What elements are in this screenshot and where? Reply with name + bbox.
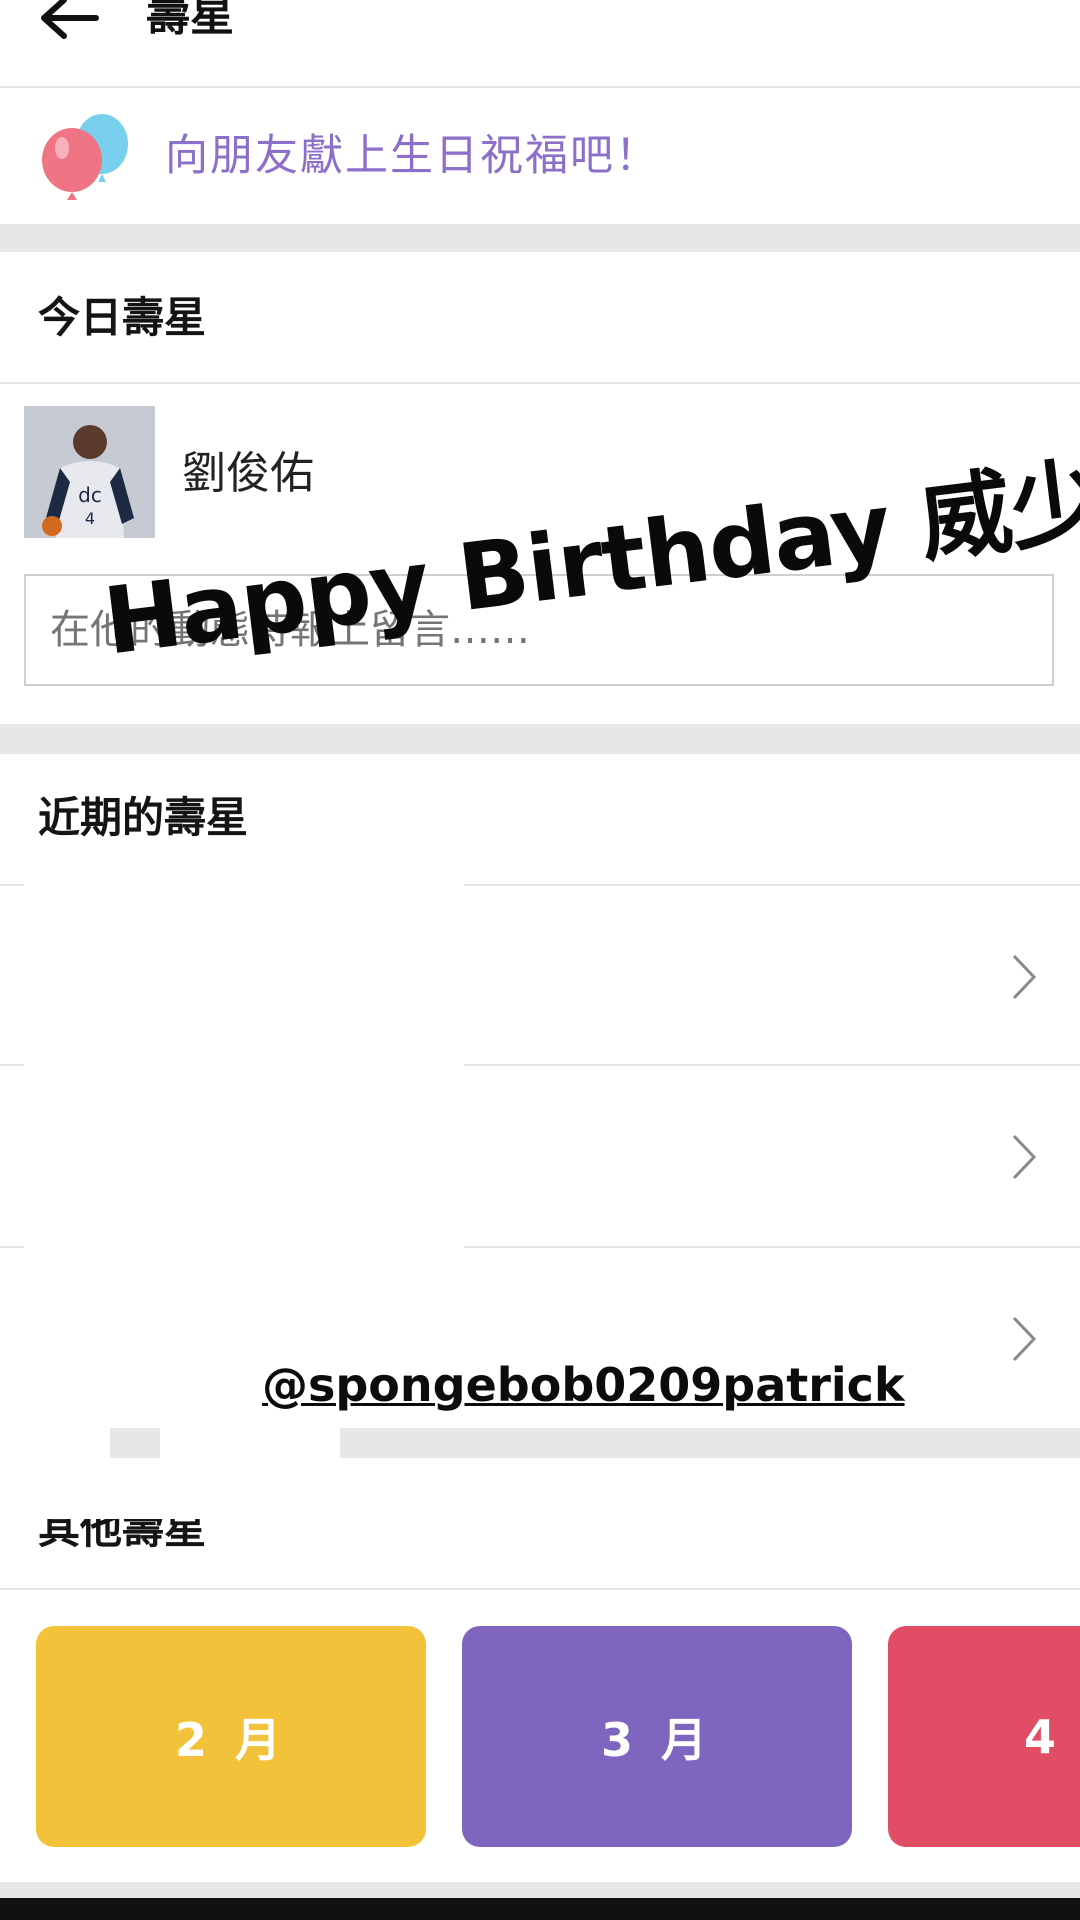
svg-text:dc: dc [78, 483, 102, 507]
system-nav-bar [0, 1898, 1080, 1920]
birthday-wish-prompt[interactable]: 向朋友獻上生日祝福吧！ [165, 130, 660, 182]
month-label: 4 [1023, 1709, 1062, 1764]
section-title-recent: 近期的壽星 [38, 793, 249, 842]
chevron-right-icon [1012, 1316, 1037, 1362]
bottom-gap [0, 1882, 1080, 1898]
month-label: 2 月 [174, 1712, 288, 1767]
balloon-icon [34, 104, 134, 204]
page-title: 壽星 [146, 0, 234, 41]
month-card-feb[interactable]: 2 月 [36, 1626, 426, 1847]
section-gap [0, 724, 1080, 754]
month-card-apr[interactable]: 4 [888, 1626, 1080, 1847]
avatar[interactable]: dc 4 [24, 406, 155, 538]
erased-area [160, 1428, 340, 1462]
back-button[interactable] [38, 0, 108, 44]
section-title-other: 其他壽星 [38, 1504, 207, 1553]
section-gap [0, 224, 1080, 252]
chevron-right-icon [1012, 954, 1037, 1000]
header-divider [0, 86, 1080, 88]
svg-text:4: 4 [85, 509, 95, 528]
month-label: 3 月 [600, 1712, 714, 1767]
chevron-right-icon [1012, 1134, 1037, 1180]
erased-area [0, 1428, 110, 1462]
erased-area [24, 880, 464, 1440]
story-user-mention[interactable]: @spongebob0209patrick [262, 1358, 905, 1412]
birthday-person-name[interactable]: 劉俊佑 [182, 448, 314, 500]
arrow-left-icon [41, 0, 99, 39]
month-card-mar[interactable]: 3 月 [462, 1626, 852, 1847]
section-divider [0, 382, 1080, 384]
section-divider [0, 1588, 1080, 1590]
section-title-today: 今日壽星 [38, 293, 207, 342]
